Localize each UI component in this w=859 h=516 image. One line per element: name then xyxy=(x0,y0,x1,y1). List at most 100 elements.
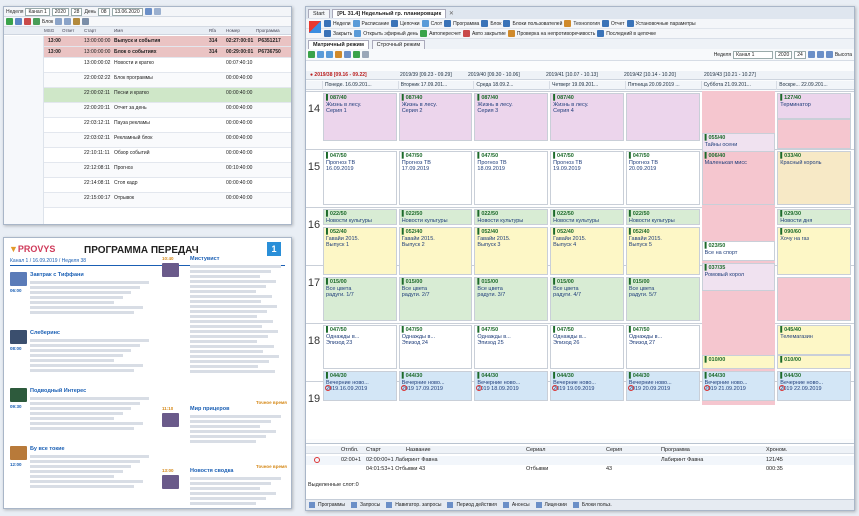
news-slot[interactable]: ▌022/50 Новости культуры xyxy=(550,209,624,225)
schedule-slot[interactable]: ▌127/40 Терминатор xyxy=(777,93,851,119)
edit-icon[interactable] xyxy=(15,18,22,25)
col-msg[interactable]: MSG xyxy=(44,28,54,33)
schedule-slot[interactable]: ▌052/40 Гавайи 2015. Выпуск 5 xyxy=(625,227,700,275)
col-program[interactable]: Программа xyxy=(256,28,280,33)
schedule-slot[interactable]: ▌044/30 Вечерние ново... 2019 22.09.2019 xyxy=(777,371,851,401)
menu-block[interactable]: Блок xyxy=(490,21,501,27)
lock-icon[interactable] xyxy=(335,51,342,58)
day-select[interactable]: 28 xyxy=(70,7,83,16)
schedule-slot[interactable]: ▌010/00 xyxy=(777,355,851,369)
status-tab[interactable]: Навигатор. запросы xyxy=(395,502,441,508)
detail-col-header[interactable]: Серия xyxy=(606,447,622,453)
schedule-slot[interactable]: ▌015/00 Все цвета радуги. 2/7 xyxy=(398,277,473,321)
schedule-slot[interactable]: ▌087/40 Жизнь в лесу. Серия 1 xyxy=(323,93,397,141)
day-header-cell[interactable]: Понеде. 16.09.201... xyxy=(322,81,398,90)
schedule-slot[interactable]: ▌087/40 Жизнь в лесу. Серия 2 xyxy=(398,93,473,141)
menu-chains[interactable]: Цепочки xyxy=(400,21,419,27)
schedule-slot[interactable] xyxy=(777,277,851,321)
detail-col-header[interactable]: Сериал xyxy=(526,447,545,453)
schedule-slot[interactable]: ▌037/35 Ромовый корол xyxy=(701,263,776,291)
table-row[interactable]: 22:10:11:11 Обзор событий 00:00:40:00 xyxy=(4,148,291,163)
news-slot[interactable]: ▌022/50 Новости культуры xyxy=(398,209,473,225)
date-select[interactable]: 13.06.2020 xyxy=(111,7,143,16)
schedule-slot[interactable]: ▌015/00 Все цвета радуги. 4/7 xyxy=(550,277,624,321)
undo-icon[interactable] xyxy=(362,51,369,58)
schedule-slot[interactable]: ▌015/00 Все цвета радуги. 1/7 xyxy=(323,277,397,321)
schedule-slot[interactable] xyxy=(777,119,851,149)
calendar-icon[interactable] xyxy=(144,8,152,15)
status-tab[interactable]: Период действия xyxy=(456,502,496,508)
menu-settings[interactable]: Установочные параметры xyxy=(636,21,696,27)
news-slot[interactable]: ▌022/50 Новости культуры xyxy=(625,209,700,225)
schedule-slot[interactable]: ▌006/40 Маленькая мисс xyxy=(701,151,776,205)
move-icon[interactable] xyxy=(326,51,333,58)
day-header-cell[interactable]: Пятница 20.09.2019 ... xyxy=(624,81,701,90)
week-tab[interactable]: 2019/40 [09.30 - 10.06] xyxy=(466,71,520,80)
btn-auto-recalc[interactable]: Автопересчет xyxy=(429,31,461,37)
week-tab[interactable]: 2019/42 [10.14 - 10.20] xyxy=(622,71,676,80)
week-tab[interactable]: ● 2019/38 [09.16 - 09.22] xyxy=(308,71,367,80)
schedule-slot[interactable]: ▌052/40 Гавайи 2015. Выпуск 3 xyxy=(474,227,549,275)
detail-col-header[interactable]: Старт xyxy=(366,447,381,453)
schedule-slot[interactable]: ▌047/50 Прогноз ТВ 16.09.2019 xyxy=(323,151,397,205)
schedule-slot[interactable]: ▌090/60 Хочу на газ xyxy=(777,227,851,275)
refresh-icon[interactable] xyxy=(308,51,315,58)
news-slot[interactable]: ▌022/50 Новости культуры xyxy=(323,209,397,225)
table-row[interactable]: 22:12:08:11 Прогноз 00:10:40:00 xyxy=(4,163,291,178)
week-tab[interactable]: 2019/41 [10.07 - 10.13] xyxy=(544,71,598,80)
table-row[interactable]: 22:03:02:11 Рекламный блок 00:00:40:00 xyxy=(4,133,291,148)
schedule-slot[interactable]: ▌047/50 Однажды в... Эпизод 27 xyxy=(625,325,700,369)
tab-start[interactable]: Start xyxy=(308,9,330,18)
year-select[interactable]: 2020 xyxy=(51,7,69,16)
menu-report[interactable]: Отчет xyxy=(611,21,625,27)
day-header-cell[interactable]: Воскре... 22.09.201... xyxy=(776,81,852,90)
news-slot[interactable]: ▌022/50 Новости культуры xyxy=(474,209,549,225)
table-row[interactable]: 13:00:00:02 Новости и кратко 00:07:40:10 xyxy=(4,58,291,73)
schedule-slot[interactable]: ▌047/50 Однажды в... Эпизод 23 xyxy=(323,325,397,369)
channel-select[interactable]: Канал 1 xyxy=(733,50,774,59)
schedule-slot[interactable]: ▌052/40 Гавайи 2015. Выпуск 2 xyxy=(398,227,473,275)
schedule-slot[interactable]: ▌087/40 Жизнь в лесу. Серия 3 xyxy=(474,93,549,141)
check-icon[interactable] xyxy=(33,18,40,25)
btn-open-day[interactable]: Открыть эфирный день xyxy=(363,31,418,37)
schedule-slot[interactable] xyxy=(625,93,700,141)
search-icon[interactable] xyxy=(82,18,90,25)
btn-check[interactable]: Проверка на непротиворечивость xyxy=(517,31,595,37)
menu-weeks[interactable]: Недели xyxy=(333,21,351,27)
btn-close[interactable]: Закрыть xyxy=(333,31,352,37)
col-rfa[interactable]: Rfa xyxy=(209,28,216,33)
status-tab[interactable]: Лицензии xyxy=(545,502,567,508)
table-row[interactable]: 22:14:08:11 Стоп кадр 00:00:40:00 xyxy=(4,178,291,193)
tab-rows[interactable]: Строчный режим xyxy=(371,40,426,49)
pencil-icon[interactable] xyxy=(344,51,351,58)
schedule-slot[interactable]: ▌015/00 Все цвета радуги. 5/7 xyxy=(625,277,700,321)
schedule-slot[interactable]: ▌052/40 Гавайи 2015. Выпуск 1 xyxy=(323,227,397,275)
check-icon[interactable] xyxy=(353,51,360,58)
calendar-icon[interactable] xyxy=(807,51,815,58)
day-header-cell[interactable]: Вторник 17.09.201... xyxy=(397,81,474,90)
day-header-cell[interactable]: Среда 18.09.2... xyxy=(473,81,549,90)
schedule-slot[interactable]: ▌044/30 Вечерние ново... 2019.16.09.2019 xyxy=(323,371,397,401)
schedule-slot[interactable]: ▌010/00 xyxy=(701,355,776,369)
zoom-icon[interactable] xyxy=(816,51,824,58)
menu-program[interactable]: Программа xyxy=(453,21,479,27)
channel-select[interactable]: Канал 1 xyxy=(25,7,50,16)
schedule-slot[interactable]: ▌023/50 Все на спорт xyxy=(701,241,776,261)
table-row[interactable]: 02:00+1 02:00:00+1 Лабиринт Фавна Лабиринт… xyxy=(306,456,854,465)
schedule-slot[interactable]: ▌045/40 Телемагазин xyxy=(777,325,851,355)
schedule-slot[interactable]: ▌047/50 Прогноз ТВ 17.09.2019 xyxy=(398,151,473,205)
schedule-slot[interactable]: ▌047/50 Прогноз ТВ 20.09.2019 xyxy=(625,151,700,205)
schedule-slot[interactable]: ▌044/30 Вечерние ново... 2019 19.09.2019 xyxy=(550,371,624,401)
day-header-cell[interactable]: Суббота 21.09.201... xyxy=(700,81,777,90)
week-select[interactable]: 24 xyxy=(794,50,806,59)
grid-icon[interactable] xyxy=(153,8,161,15)
tab-planner[interactable]: [PL 31.4] Недельный гр. планировщик xyxy=(332,9,447,18)
table-row[interactable]: 13:00 13:00:00:00 Выпуск и события 314 02:27… xyxy=(4,36,291,47)
col-answer[interactable]: Ответ xyxy=(62,28,74,33)
status-tab[interactable]: Блоки польз. xyxy=(582,502,612,508)
detail-col-header[interactable]: Название xyxy=(406,447,431,453)
schedule-slot[interactable]: ▌044/30 Вечерние ново... 2019 17.09.2019 xyxy=(398,371,473,401)
table-row[interactable]: 22:00:02:22 Блок программы 00:00:40:00 xyxy=(4,73,291,88)
schedule-slot[interactable]: ▌029/30 Новости дня xyxy=(777,209,851,225)
col-name[interactable]: Имя xyxy=(114,28,123,33)
